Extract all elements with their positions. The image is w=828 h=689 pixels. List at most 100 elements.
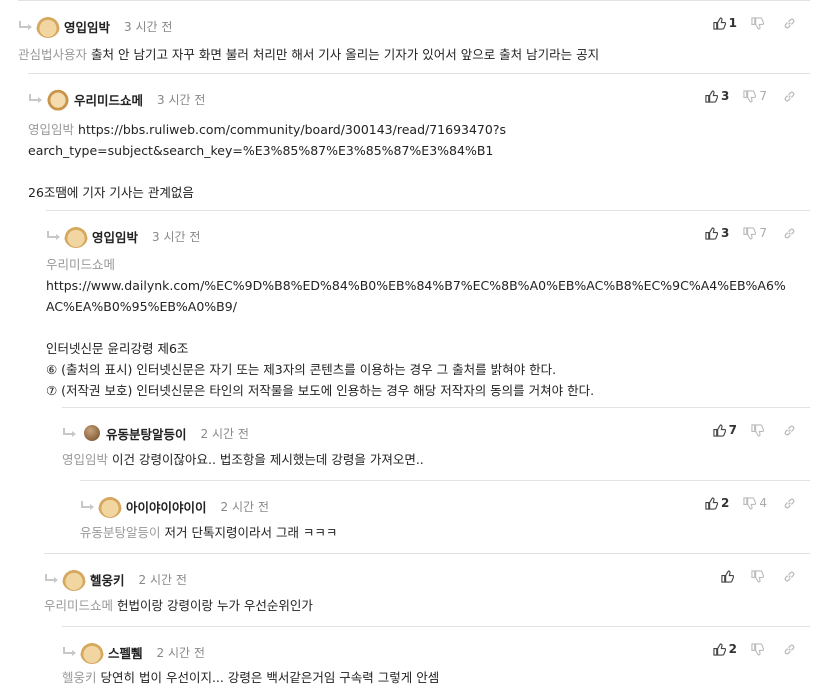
- comment-url[interactable]: https://www.dailynk.com/%EC%9D%B8%ED%84%…: [46, 275, 791, 317]
- comment-header: 우리미드쇼메 3 시간 전: [28, 87, 206, 111]
- upvote-button[interactable]: 2: [713, 642, 737, 656]
- comment-header: 헬웅키 2 시간 전: [44, 567, 187, 591]
- link-icon[interactable]: [783, 497, 796, 510]
- downvote-button[interactable]: [751, 423, 767, 437]
- vote-bar: 3 7: [695, 225, 796, 241]
- thumbs-up-icon: [713, 642, 726, 656]
- downvote-button[interactable]: 7: [743, 226, 767, 240]
- reply-arrow-icon: [19, 21, 32, 30]
- comment-text: 이건 강령이잖아요.. 법조항을 제시했는데 강령을 가져오면..: [112, 452, 424, 467]
- vote-bar: 1: [703, 15, 796, 31]
- upvote-count: 3: [721, 89, 730, 103]
- reply-arrow-icon: [45, 574, 58, 583]
- avatar[interactable]: [98, 494, 122, 518]
- mention-tag[interactable]: 우리미드쇼메: [44, 598, 113, 613]
- downvote-button[interactable]: 4: [743, 496, 767, 510]
- comment-url[interactable]: https://bbs.ruliweb.com/community/board/…: [28, 122, 506, 158]
- reply-arrow-icon: [47, 231, 60, 240]
- avatar[interactable]: [46, 87, 70, 111]
- link-icon[interactable]: [783, 424, 796, 437]
- downvote-button[interactable]: 7: [743, 89, 767, 103]
- thumbs-down-icon: [751, 569, 764, 583]
- upvote-count: 3: [721, 226, 730, 240]
- thumbs-down-icon: [743, 226, 757, 240]
- downvote-button[interactable]: [751, 16, 767, 30]
- author-name[interactable]: 우리미드쇼메: [74, 90, 143, 109]
- thumbs-up-icon: [713, 16, 726, 30]
- vote-bar: 3 7: [695, 88, 796, 104]
- upvote-button[interactable]: [721, 569, 737, 583]
- comment: 영입임박 3 시간 전 1 관심법사용자 출처 안 남기고 자꾸 화면 불러 처리…: [18, 0, 810, 82]
- thumbs-up-icon: [705, 89, 718, 103]
- mention-tag[interactable]: 영입임박: [62, 452, 108, 467]
- comment-header: 아이야이야이이 2 시간 전: [80, 494, 269, 518]
- author-name[interactable]: 헬웅키: [90, 570, 125, 589]
- comment-time: 2 시간 전: [200, 426, 249, 441]
- comment-time: 2 시간 전: [220, 499, 269, 514]
- downvote-button[interactable]: [751, 642, 767, 656]
- downvote-count: 7: [759, 226, 767, 240]
- comment-time: 3 시간 전: [152, 229, 201, 244]
- upvote-count: 2: [728, 642, 737, 656]
- avatar[interactable]: [84, 425, 100, 441]
- comment-body: 우리미드쇼메 헌법이랑 강령이랑 누가 우선순위인가: [44, 595, 800, 616]
- upvote-button[interactable]: 7: [713, 423, 737, 437]
- comment-body: 우리미드쇼메 https://www.dailynk.com/%EC%9D%B8…: [46, 254, 791, 401]
- downvote-button[interactable]: [751, 569, 767, 583]
- downvote-count: 4: [759, 496, 767, 510]
- mention-tag[interactable]: 헬웅키: [62, 670, 97, 685]
- comment-text: 인터넷신문 윤리강령 제6조: [46, 341, 189, 356]
- upvote-count: 7: [728, 423, 737, 437]
- comment-time: 2 시간 전: [138, 572, 187, 587]
- comment: 우리미드쇼메 3 시간 전 3 7 영입임박 https://bbs.ruliwe…: [28, 73, 810, 210]
- comment-time: 2 시간 전: [156, 645, 205, 660]
- mention-tag[interactable]: 우리미드쇼메: [46, 254, 787, 275]
- upvote-button[interactable]: 1: [713, 16, 737, 30]
- author-name[interactable]: 영입임박: [92, 227, 138, 246]
- comment-text: 헌법이랑 강령이랑 누가 우선순위인가: [117, 598, 313, 613]
- mention-tag[interactable]: 유동분탕알등이: [80, 525, 161, 540]
- vote-bar: 2 4: [695, 495, 796, 511]
- author-name[interactable]: 유동분탕알등이: [106, 424, 187, 443]
- link-icon[interactable]: [783, 17, 796, 30]
- avatar[interactable]: [36, 14, 60, 38]
- comment: 유동분탕알등이 2 시간 전 7 영입임박 이건 강령이잖아요.. 법조항을 제시…: [62, 407, 810, 480]
- comment: 스펠쀔 2 시간 전 2 헬웅키 당연히 법이 우선이지... 강령은 백서같은거…: [62, 626, 810, 689]
- reply-arrow-icon: [63, 647, 76, 656]
- comment-text: 26조땜에 기자 기사는 관계없음: [28, 185, 194, 200]
- vote-bar: 7: [703, 422, 796, 438]
- author-name[interactable]: 영입임박: [64, 17, 110, 36]
- link-icon[interactable]: [783, 90, 796, 103]
- comment-time: 3 시간 전: [157, 92, 206, 107]
- thumbs-up-icon: [705, 226, 718, 240]
- reply-arrow-icon: [81, 501, 94, 510]
- link-icon[interactable]: [783, 643, 796, 656]
- reply-arrow-icon: [63, 428, 76, 437]
- thumbs-down-icon: [751, 16, 764, 30]
- mention-tag[interactable]: 관심법사용자: [18, 47, 87, 62]
- comment: 헬웅키 2 시간 전 우리미드쇼메 헌법이랑 강령이랑 누가 우선순위인가: [44, 553, 810, 626]
- comment-body: 유동분탕알등이 저거 단톡지령이라서 그래 ㅋㅋㅋ: [80, 522, 800, 543]
- upvote-button[interactable]: 3: [705, 226, 729, 240]
- comment-body: 헬웅키 당연히 법이 우선이지... 강령은 백서같은거임 구속력 그렇게 안셈: [62, 667, 800, 688]
- link-icon[interactable]: [783, 570, 796, 583]
- comment-text: ⑥ (출처의 표시) 인터넷신문은 자기 또는 제3자의 콘텐츠를 이용하는 경…: [46, 362, 557, 377]
- avatar[interactable]: [80, 640, 104, 664]
- upvote-button[interactable]: 3: [705, 89, 729, 103]
- avatar[interactable]: [62, 567, 86, 591]
- thumbs-down-icon: [743, 496, 757, 510]
- thumbs-down-icon: [743, 89, 757, 103]
- link-icon[interactable]: [783, 227, 796, 240]
- upvote-count: 2: [721, 496, 730, 510]
- author-name[interactable]: 아이야이야이이: [126, 497, 207, 516]
- mention-tag[interactable]: 영입임박: [28, 122, 74, 137]
- comment-body: 관심법사용자 출처 안 남기고 자꾸 화면 불러 처리만 해서 기사 올리는 기자…: [18, 44, 800, 65]
- comment-text: ⑦ (저작권 보호) 인터넷신문은 타인의 저작물을 보도에 인용하는 경우 해…: [46, 383, 595, 398]
- author-name[interactable]: 스펠쀔: [108, 643, 143, 662]
- upvote-button[interactable]: 2: [705, 496, 729, 510]
- thumbs-up-icon: [713, 423, 726, 437]
- downvote-count: 7: [759, 89, 767, 103]
- comment-text: 저거 단톡지령이라서 그래 ㅋㅋㅋ: [164, 525, 338, 540]
- avatar[interactable]: [64, 224, 88, 248]
- thumbs-up-icon: [721, 569, 734, 583]
